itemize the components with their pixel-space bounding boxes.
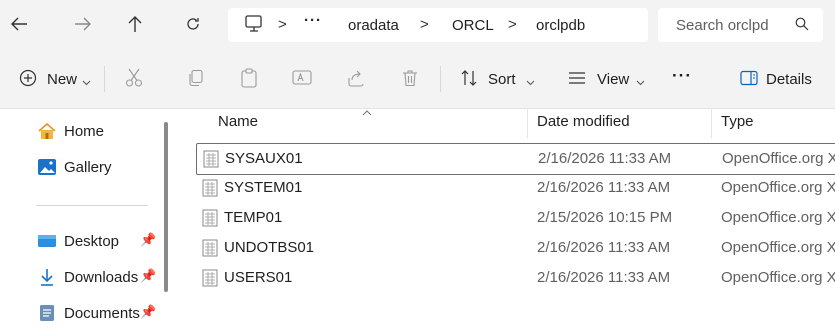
file-name: TEMP01 [224, 209, 283, 226]
sort-icon [455, 64, 483, 92]
breadcrumb-more-button[interactable]: ··· [304, 12, 322, 29]
sidebar-item-gallery[interactable]: Gallery [36, 155, 112, 179]
chevron-down-icon [526, 73, 535, 91]
share-icon[interactable] [342, 64, 370, 92]
search-icon [795, 17, 809, 36]
refresh-icon [187, 18, 199, 30]
arrow-left-icon [11, 17, 27, 31]
pin-icon[interactable]: 📌 [140, 268, 156, 284]
chevron-down-icon [82, 73, 91, 91]
file-type: OpenOffice.org XML [722, 150, 835, 167]
database-file-icon [202, 179, 218, 197]
desktop-icon [36, 231, 58, 251]
sidebar-item-label: Desktop [64, 232, 120, 250]
database-file-icon [202, 209, 218, 227]
sidebar-item-documents[interactable]: Documents [36, 301, 140, 325]
details-pane-icon [735, 64, 763, 92]
delete-icon[interactable] [396, 64, 424, 92]
sidebar-item-label: Documents [64, 304, 140, 322]
file-name: USERS01 [224, 269, 293, 286]
sort-indicator-icon [362, 103, 372, 121]
column-header-name[interactable]: Name [218, 113, 258, 130]
sidebar-divider [36, 205, 148, 206]
computer-icon [244, 14, 264, 32]
file-type: OpenOffice.org XML [721, 239, 835, 256]
documents-icon [36, 303, 58, 323]
breadcrumb-separator: > [420, 16, 429, 33]
file-date-modified: 2/16/2026 11:33 AM [537, 239, 671, 256]
file-name: SYSTEM01 [224, 179, 303, 196]
column-divider[interactable] [527, 108, 528, 138]
breadcrumb-separator: > [508, 16, 517, 33]
forward-button[interactable] [66, 8, 100, 40]
table-row[interactable]: UNDOTBS01 2/16/2026 11:33 AM OpenOffice.or… [196, 233, 835, 263]
database-file-icon [202, 269, 218, 287]
file-date-modified: 2/15/2026 10:15 PM [537, 209, 673, 226]
file-date-modified: 2/16/2026 11:33 AM [537, 179, 671, 196]
download-icon [36, 267, 58, 287]
up-button[interactable] [118, 8, 152, 40]
pin-icon[interactable]: 📌 [140, 304, 156, 320]
sidebar-item-downloads[interactable]: Downloads [36, 265, 138, 289]
view-list-icon [563, 64, 591, 92]
file-name: UNDOTBS01 [224, 239, 315, 256]
sidebar-item-home[interactable]: Home [36, 119, 104, 143]
breadcrumb-orcl[interactable]: ORCL [452, 17, 494, 34]
column-divider[interactable] [711, 108, 712, 138]
column-header-date-modified[interactable]: Date modified [537, 113, 630, 130]
refresh-button[interactable] [176, 8, 210, 40]
breadcrumb-oradata[interactable]: oradata [348, 17, 399, 34]
sort-button-label: Sort [488, 71, 516, 88]
chevron-down-icon [636, 73, 645, 91]
database-file-icon [202, 239, 218, 257]
plus-circle-icon [14, 64, 42, 92]
details-button-label: Details [766, 71, 812, 88]
table-row[interactable]: SYSTEM01 2/16/2026 11:33 AM OpenOffice.org… [196, 173, 835, 203]
copy-icon[interactable] [182, 64, 210, 92]
table-row[interactable]: TEMP01 2/15/2026 10:15 PM OpenOffice.org X… [196, 203, 835, 233]
rename-icon[interactable] [288, 64, 316, 92]
back-button[interactable] [2, 8, 36, 40]
file-name: SYSAUX01 [225, 150, 303, 167]
file-type: OpenOffice.org XML [721, 209, 835, 226]
cut-icon[interactable] [120, 64, 148, 92]
arrow-up-icon [128, 16, 142, 32]
sidebar-item-label: Downloads [64, 268, 139, 286]
gallery-icon [36, 157, 58, 177]
view-button-label: View [597, 71, 630, 88]
breadcrumb-separator: > [278, 16, 287, 33]
sidebar-scrollbar[interactable] [164, 122, 168, 292]
file-type: OpenOffice.org XML [721, 179, 835, 196]
column-header-type[interactable]: Type [721, 113, 754, 130]
new-button-label: New [47, 71, 78, 88]
home-icon [36, 121, 58, 141]
sidebar-item-label: Gallery [64, 158, 112, 176]
file-date-modified: 2/16/2026 11:33 AM [537, 269, 671, 286]
paste-icon[interactable] [235, 64, 263, 92]
toolbar-divider [440, 66, 441, 92]
search-placeholder: Search orclpd [676, 17, 769, 34]
arrow-right-icon [75, 17, 91, 31]
toolbar-divider [104, 66, 105, 92]
table-row[interactable]: SYSAUX01 2/16/2026 11:33 AM OpenOffice.org… [196, 143, 835, 175]
pin-icon[interactable]: 📌 [140, 232, 156, 248]
file-date-modified: 2/16/2026 11:33 AM [538, 150, 672, 167]
file-type: OpenOffice.org XML [721, 269, 835, 286]
sidebar-item-label: Home [64, 122, 105, 140]
sidebar-item-desktop[interactable]: Desktop [36, 229, 119, 253]
database-file-icon [203, 150, 219, 168]
breadcrumb-orclpdb[interactable]: orclpdb [536, 17, 585, 34]
table-row[interactable]: USERS01 2/16/2026 11:33 AM OpenOffice.org … [196, 263, 835, 293]
more-options-button[interactable]: ··· [672, 66, 692, 86]
